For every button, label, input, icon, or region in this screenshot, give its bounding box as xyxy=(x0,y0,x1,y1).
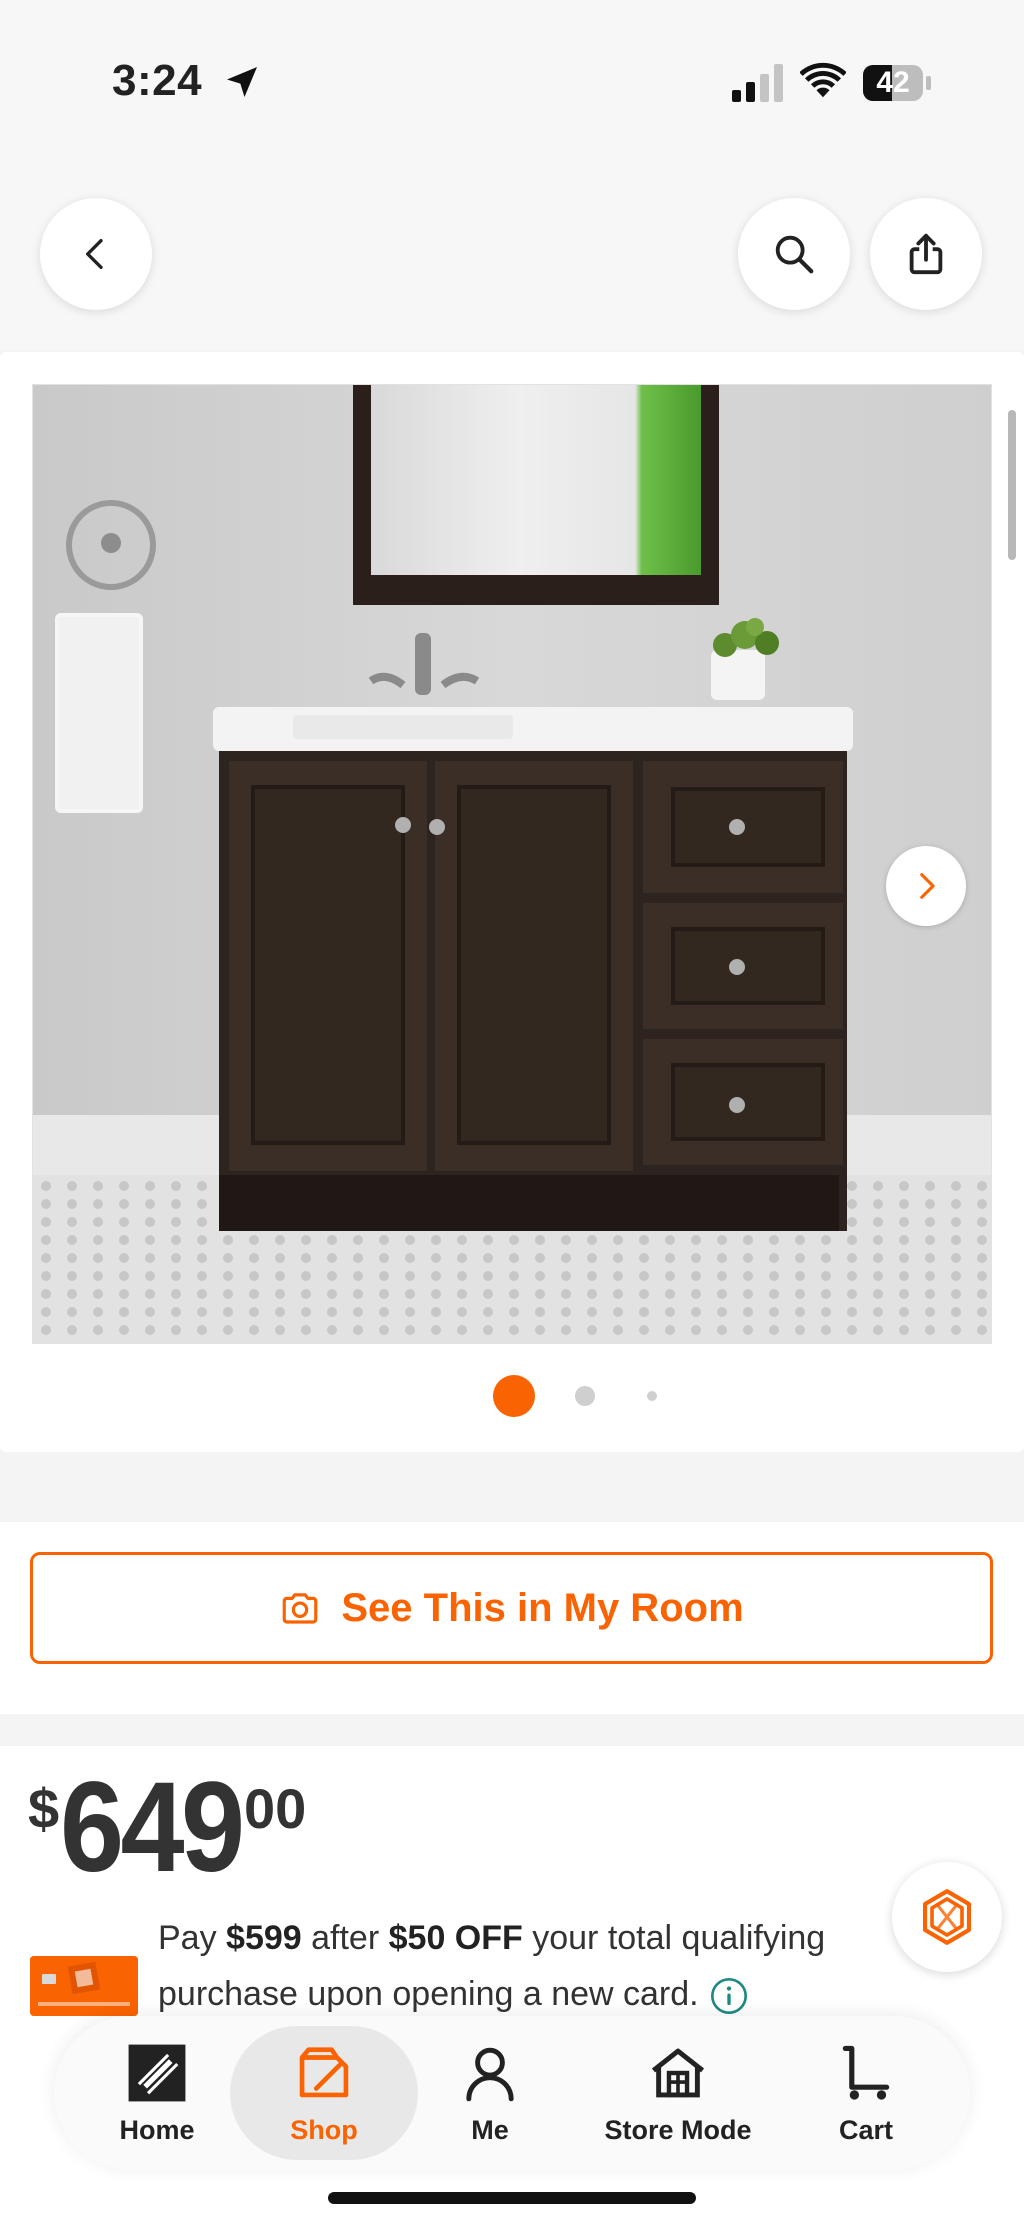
shop-icon xyxy=(292,2041,356,2105)
gallery-dot[interactable] xyxy=(575,1386,595,1406)
search-button[interactable] xyxy=(738,198,850,310)
person-icon xyxy=(458,2041,522,2105)
home-indicator xyxy=(328,2192,696,2204)
back-button[interactable] xyxy=(40,198,152,310)
nav-cart[interactable]: Cart xyxy=(800,2026,932,2160)
price-cents: 00 xyxy=(244,1777,307,1840)
promo-text-mid: after xyxy=(301,1919,389,1957)
camera-icon xyxy=(283,1593,318,1624)
see-in-my-room-label: See This in My Room xyxy=(341,1585,744,1630)
nav-store-mode-label: Store Mode xyxy=(604,2114,752,2145)
top-navigation xyxy=(0,170,1024,350)
nav-store-mode[interactable]: Store Mode xyxy=(588,2026,768,2160)
product-image[interactable] xyxy=(32,384,992,1344)
chevron-right-icon xyxy=(920,873,935,899)
price-currency: $ xyxy=(28,1777,60,1840)
search-icon xyxy=(775,235,814,274)
nav-home[interactable]: Home xyxy=(90,2026,224,2160)
nav-me-label: Me xyxy=(471,2114,509,2145)
vanity-illustration xyxy=(33,385,991,1343)
info-icon[interactable] xyxy=(709,1976,749,2016)
chat-assistant-button[interactable] xyxy=(892,1862,1002,1972)
gallery-dot-active[interactable] xyxy=(493,1375,535,1417)
card-promo-text: Pay $599 after $50 OFF your total qualif… xyxy=(158,1910,898,2022)
next-image-button[interactable] xyxy=(886,846,966,926)
hexagon-chat-icon xyxy=(922,1889,972,1945)
nav-cart-label: Cart xyxy=(838,2114,893,2145)
scroll-indicator xyxy=(1008,410,1016,560)
gallery-dot[interactable] xyxy=(647,1391,657,1401)
promo-price: $599 xyxy=(226,1919,302,1957)
promo-discount: $50 OFF xyxy=(388,1919,523,1957)
promo-text-pre: Pay xyxy=(158,1919,227,1957)
share-icon xyxy=(909,233,943,275)
battery-percentage: 42 xyxy=(876,66,910,99)
store-icon xyxy=(646,2041,710,2105)
chevron-left-icon xyxy=(86,239,103,269)
share-button[interactable] xyxy=(870,198,982,310)
see-in-my-room-button[interactable]: See This in My Room xyxy=(30,1552,993,1664)
status-time: 3:24 xyxy=(112,56,203,105)
price-dollars: 649 xyxy=(60,1756,245,1899)
nav-home-label: Home xyxy=(119,2114,195,2145)
nav-shop[interactable]: Shop xyxy=(230,2026,418,2160)
wifi-icon xyxy=(800,62,846,98)
cellular-signal-icon xyxy=(732,64,783,102)
home-depot-logo-icon xyxy=(125,2041,189,2105)
credit-card-image xyxy=(30,1956,138,2016)
nav-me[interactable]: Me xyxy=(420,2026,560,2160)
location-arrow-icon xyxy=(227,67,257,97)
nav-shop-label: Shop xyxy=(290,2114,358,2145)
cart-icon xyxy=(834,2041,898,2105)
